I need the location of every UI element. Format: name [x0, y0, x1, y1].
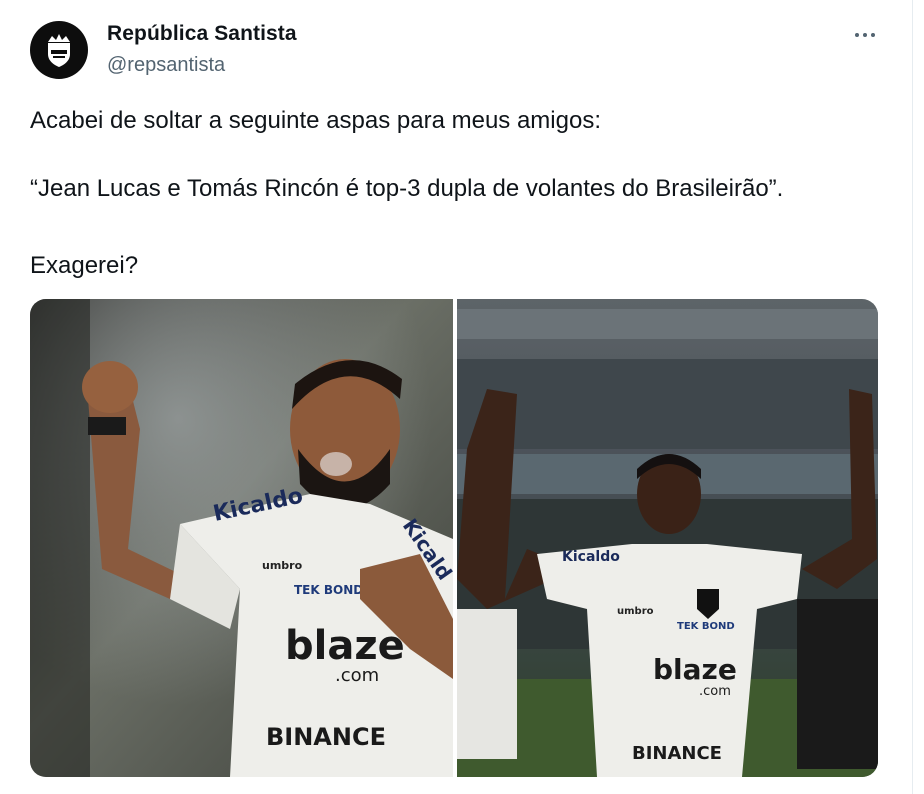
- more-options-button[interactable]: [846, 20, 884, 50]
- ellipsis-icon: [871, 33, 875, 37]
- sponsor-text: .com: [699, 684, 731, 699]
- sponsor-text: blaze: [653, 653, 737, 686]
- scrollbar-track: [912, 0, 924, 794]
- tweet-text-question: Exagerei?: [30, 252, 139, 279]
- photo-right[interactable]: Kicaldo umbro TEK BOND blaze .com BINANC…: [457, 299, 878, 777]
- ellipsis-icon: [855, 33, 859, 37]
- sponsor-text: blaze: [285, 623, 405, 669]
- sponsor-text: BINANCE: [266, 723, 386, 751]
- celebrating-player-photo: Kicaldo Kicald umbro TEK BOND blaze .com…: [30, 299, 453, 777]
- tweet-text-quote: “Jean Lucas e Tomás Rincón é top-3 dupla…: [30, 175, 784, 202]
- praying-player-photo: Kicaldo umbro TEK BOND blaze .com BINANC…: [457, 299, 878, 777]
- jersey-text: Kicaldo: [562, 549, 620, 565]
- sponsor-text: BINANCE: [632, 743, 722, 764]
- kit-brand-text: umbro: [617, 606, 654, 617]
- user-handle[interactable]: @repsantista: [107, 54, 225, 77]
- kit-brand-text: umbro: [262, 559, 303, 572]
- display-name[interactable]: República Santista: [107, 22, 297, 46]
- sponsor-text: TEK BOND: [677, 621, 735, 632]
- photo-left[interactable]: Kicaldo Kicald umbro TEK BOND blaze .com…: [30, 299, 453, 777]
- sponsor-text: TEK BOND: [294, 583, 363, 597]
- ellipsis-icon: [863, 33, 867, 37]
- avatar[interactable]: [30, 21, 88, 79]
- tweet-text-line: Acabei de soltar a seguinte aspas para m…: [30, 107, 601, 134]
- sponsor-text: .com: [335, 665, 379, 686]
- tweet-card[interactable]: República Santista @repsantista Acabei d…: [0, 0, 924, 794]
- shield-crown-logo-icon: [48, 34, 70, 67]
- media-grid: Kicaldo Kicald umbro TEK BOND blaze .com…: [30, 299, 878, 777]
